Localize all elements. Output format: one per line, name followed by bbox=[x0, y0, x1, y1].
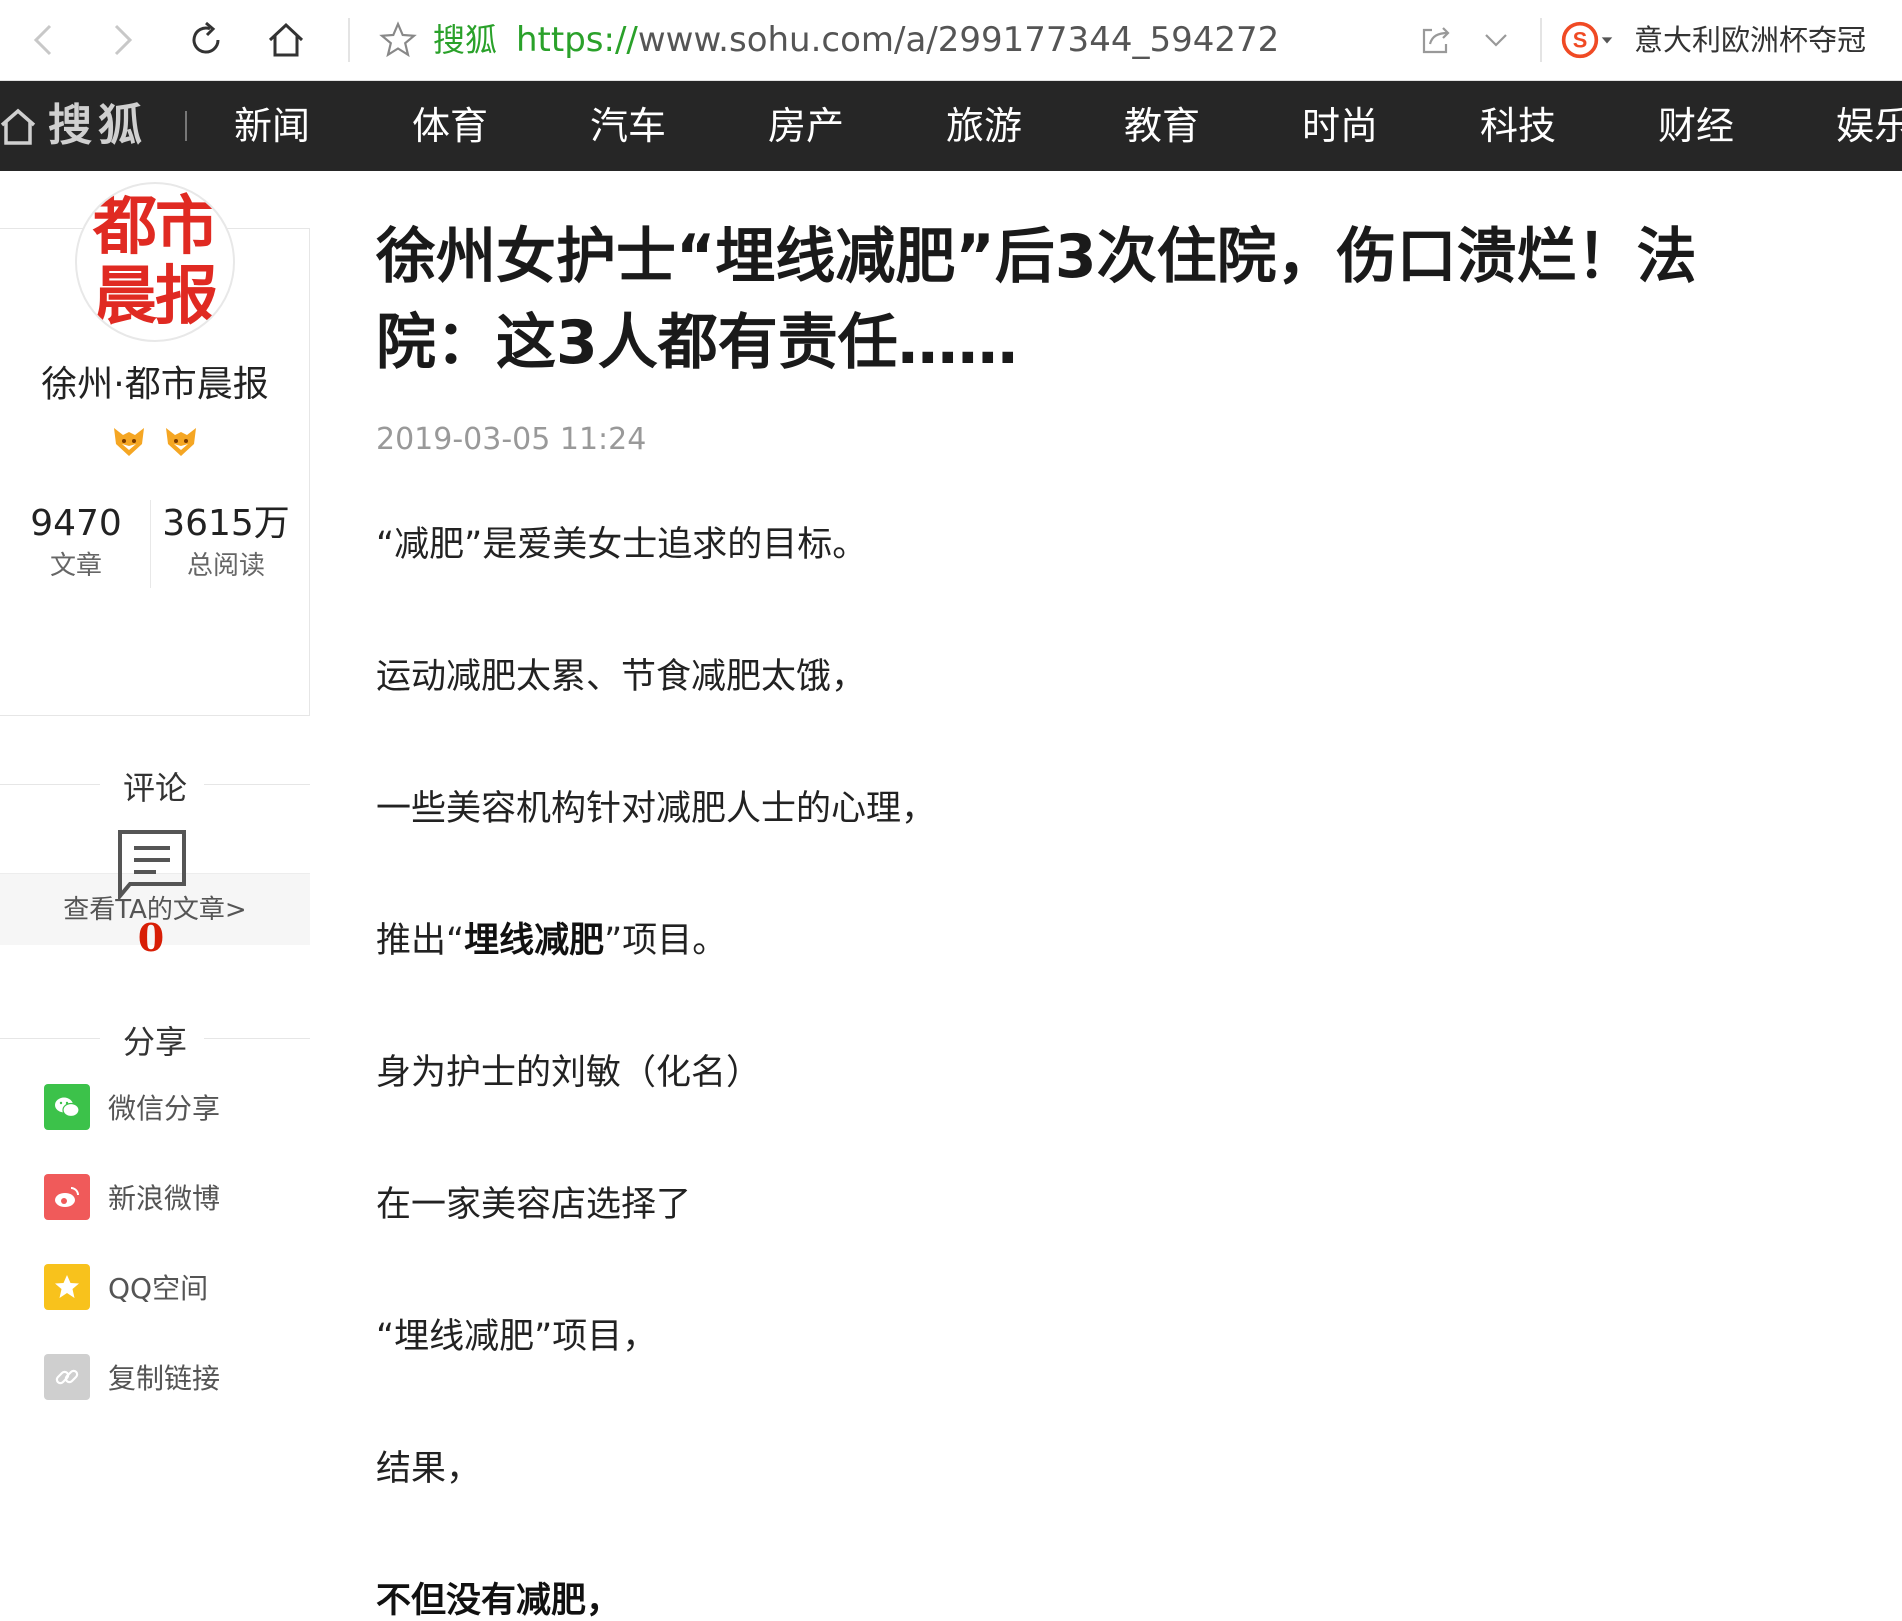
nav-item-house[interactable]: 房产 bbox=[768, 99, 844, 153]
sohu-logo[interactable]: 搜狐 bbox=[48, 99, 148, 153]
svg-text:S: S bbox=[1573, 27, 1588, 52]
fox-badge-icon bbox=[114, 428, 144, 456]
share-wechat-button[interactable]: 微信分享 bbox=[44, 1084, 220, 1130]
article-paragraph: 推出“埋线减肥”项目。 bbox=[376, 916, 727, 966]
article-paragraph: 身为护士的刘敏（化名） bbox=[376, 1053, 762, 1093]
home-icon bbox=[268, 22, 304, 57]
article-paragraph: “减肥”是爱美女士追求的目标。 bbox=[376, 525, 868, 565]
bookmark-star-icon[interactable] bbox=[378, 20, 418, 60]
article-title: 徐州女护士“埋线减肥”后3次住院，伤口溃烂！法院：这3人都有责任…… bbox=[376, 222, 1697, 378]
wechat-icon bbox=[44, 1084, 90, 1130]
qzone-icon bbox=[44, 1264, 90, 1310]
paragraph-text: 推出“ bbox=[376, 921, 465, 961]
reads-stat: 3615万 总阅读 bbox=[158, 500, 294, 584]
comment-count[interactable]: 0 bbox=[0, 912, 302, 964]
share-qzone-button[interactable]: QQ空间 bbox=[44, 1264, 208, 1310]
paragraph-bold-text: 埋线减肥 bbox=[464, 921, 605, 961]
nav-item-tech[interactable]: 科技 bbox=[1480, 99, 1556, 153]
nav-item-entertainment[interactable]: 娱乐 bbox=[1836, 99, 1902, 153]
weibo-icon bbox=[44, 1174, 90, 1220]
article-paragraph: 不但没有减肥， bbox=[376, 1576, 621, 1621]
articles-stat: 9470 文章 bbox=[20, 500, 132, 584]
article-paragraph: “埋线减肥”项目， bbox=[376, 1317, 658, 1357]
article-paragraph: 运动减肥太累、节食减肥太饿， bbox=[376, 657, 867, 697]
article-paragraph: 在一家美容店选择了 bbox=[376, 1185, 692, 1225]
author-name[interactable]: 徐州·都市晨报 bbox=[0, 360, 310, 410]
back-button[interactable] bbox=[20, 16, 68, 64]
nav-item-sports[interactable]: 体育 bbox=[412, 99, 488, 153]
nav-item-finance[interactable]: 财经 bbox=[1658, 99, 1734, 153]
paragraph-text: ”项目。 bbox=[604, 921, 728, 961]
sogou-logo-icon: S bbox=[1561, 21, 1599, 59]
share-weibo-label: 新浪微博 bbox=[108, 1182, 221, 1215]
site-name: 搜狐 bbox=[433, 21, 498, 59]
nav-item-auto[interactable]: 汽车 bbox=[590, 99, 666, 153]
url-scheme: https:// bbox=[516, 20, 638, 60]
browser-toolbar: 搜狐 https://www.sohu.com/a/299177344_5942… bbox=[0, 0, 1902, 81]
search-suggestion[interactable]: 意大利欧洲杯夺冠 bbox=[1634, 18, 1866, 62]
copy-link-label: 复制链接 bbox=[108, 1362, 221, 1395]
url-path: www.sohu.com/a/299177344_594272 bbox=[637, 20, 1280, 60]
author-badges bbox=[0, 422, 310, 460]
articles-label: 文章 bbox=[49, 551, 102, 581]
comment-icon[interactable] bbox=[116, 828, 188, 900]
avatar-text-line1: 都市 bbox=[93, 189, 219, 264]
nav-item-fashion[interactable]: 时尚 bbox=[1302, 99, 1378, 153]
copy-link-button[interactable]: 复制链接 bbox=[44, 1354, 220, 1400]
nav-item-education[interactable]: 教育 bbox=[1124, 99, 1200, 153]
article-paragraph: 一些美容机构针对减肥人士的心理， bbox=[376, 789, 937, 829]
search-engine-selector[interactable]: S bbox=[1560, 18, 1626, 62]
nav-separator bbox=[185, 111, 187, 141]
caret-down-icon bbox=[1601, 37, 1613, 44]
article-paragraph: 结果， bbox=[376, 1449, 482, 1489]
reads-count: 3615万 bbox=[162, 503, 290, 544]
share-wechat-label: 微信分享 bbox=[108, 1092, 221, 1125]
link-icon bbox=[44, 1354, 90, 1400]
forward-button[interactable] bbox=[98, 16, 146, 64]
comments-title: 评论 bbox=[122, 769, 187, 807]
reload-icon bbox=[192, 21, 220, 54]
avatar[interactable]: 都市 晨报 bbox=[75, 182, 235, 342]
articles-count: 9470 bbox=[30, 503, 122, 544]
share-title: 分享 bbox=[122, 1023, 187, 1061]
share-weibo-button[interactable]: 新浪微博 bbox=[44, 1174, 220, 1220]
site-nav: 搜狐 新闻 体育 汽车 房产 旅游 教育 时尚 科技 财经 娱乐 bbox=[0, 81, 1902, 171]
share-page-icon[interactable] bbox=[1418, 22, 1454, 58]
address-bar[interactable]: https://www.sohu.com/a/299177344_594272 bbox=[516, 18, 1279, 62]
reads-label: 总阅读 bbox=[186, 551, 265, 581]
home-button[interactable] bbox=[262, 16, 310, 64]
nav-item-travel[interactable]: 旅游 bbox=[946, 99, 1022, 153]
share-qzone-label: QQ空间 bbox=[108, 1272, 209, 1305]
chevron-down-icon[interactable] bbox=[1478, 22, 1514, 58]
article-timestamp: 2019-03-05 11:24 bbox=[376, 422, 647, 457]
stat-separator bbox=[150, 500, 151, 588]
nav-item-news[interactable]: 新闻 bbox=[234, 99, 310, 153]
fox-badge-icon bbox=[166, 428, 196, 456]
toolbar-divider bbox=[1540, 18, 1542, 62]
paragraph-bold-text: 不但没有减肥， bbox=[376, 1581, 622, 1621]
toolbar-divider bbox=[348, 18, 350, 62]
chevron-left-icon bbox=[33, 24, 52, 56]
chevron-right-icon bbox=[114, 24, 133, 56]
reload-button[interactable] bbox=[182, 16, 230, 64]
avatar-text-line2: 晨报 bbox=[93, 259, 219, 334]
home-icon[interactable] bbox=[0, 103, 40, 149]
